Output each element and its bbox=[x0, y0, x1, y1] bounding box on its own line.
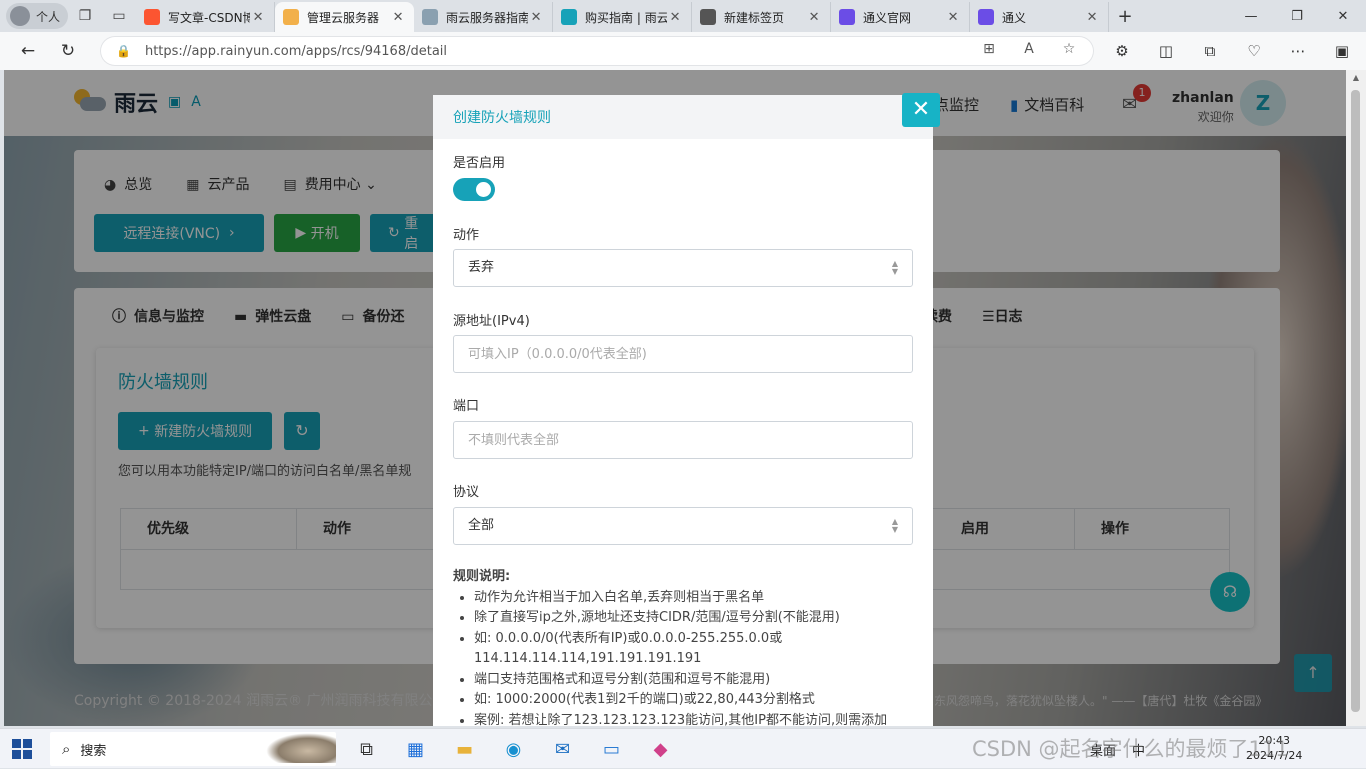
browser-tab[interactable]: 通义 ✕ bbox=[970, 2, 1110, 32]
browser-tab[interactable]: 雨云服务器指南 ✕ bbox=[414, 2, 554, 32]
tab-title: 写文章-CSDN博客 bbox=[168, 10, 251, 25]
workspaces-icon[interactable]: ❐ bbox=[68, 2, 102, 30]
csdn-favicon-icon bbox=[144, 9, 161, 25]
action-select[interactable]: 丢弃 ▲ ▼ bbox=[453, 249, 913, 287]
restore-icon[interactable]: ❐ bbox=[1274, 0, 1320, 32]
tongyi-favicon-icon bbox=[839, 9, 856, 25]
pinned-apps: ⧉ ▦ ▬ ◉ ✉ ▭ ◆ bbox=[342, 729, 685, 769]
task-view-icon[interactable]: ⧉ bbox=[342, 729, 391, 769]
enable-toggle[interactable] bbox=[453, 178, 495, 201]
rules-explanation: 规则说明: 动作为允许相当于加入白名单,丢弃则相当于黑名单 除了直接写ip之外,… bbox=[453, 567, 919, 726]
app-grid-icon[interactable]: ⊞ bbox=[978, 41, 1000, 57]
search-highlight-image bbox=[266, 733, 336, 763]
close-tab-icon[interactable]: ✕ bbox=[945, 10, 961, 25]
url-text: https://app.rainyun.com/apps/rcs/94168/d… bbox=[144, 43, 448, 59]
protocol-select[interactable]: 全部 ▲ ▼ bbox=[453, 507, 913, 545]
minimize-icon[interactable]: — bbox=[1228, 0, 1274, 32]
browser-tab[interactable]: 通义官网 ✕ bbox=[831, 2, 971, 32]
favorite-star-icon[interactable]: ☆ bbox=[1058, 41, 1080, 57]
new-tab-plus-icon[interactable]: + bbox=[1109, 6, 1141, 27]
read-aloud-icon[interactable]: A bbox=[1018, 41, 1040, 57]
browser-tab-active[interactable]: 管理云服务器 ✕ bbox=[275, 2, 415, 32]
tab-title: 通义官网 bbox=[863, 10, 912, 25]
back-arrow-icon[interactable]: ← bbox=[8, 35, 48, 67]
port-input[interactable] bbox=[453, 421, 913, 459]
browser-toolbar: ⚙ ◫ ⧉ ♡ ⋯ ▣ bbox=[1100, 32, 1364, 70]
split-screen-icon[interactable]: ◫ bbox=[1144, 42, 1188, 60]
select-caret-icon: ▲ ▼ bbox=[891, 517, 898, 534]
profile-avatar-icon bbox=[10, 6, 30, 26]
close-tab-icon[interactable]: ✕ bbox=[806, 10, 822, 25]
reload-icon[interactable]: ↻ bbox=[48, 35, 88, 67]
tab-title: 雨云服务器指南 bbox=[446, 10, 529, 25]
modal-close-button[interactable]: ✕ bbox=[902, 93, 940, 127]
rainyun-guide-favicon-icon bbox=[422, 9, 439, 25]
enable-label: 是否启用 bbox=[453, 156, 506, 171]
rules-title: 规则说明: bbox=[453, 569, 511, 584]
rule-item: 动作为允许相当于加入白名单,丢弃则相当于黑名单 bbox=[474, 588, 919, 609]
tab-title: 管理云服务器 bbox=[307, 10, 380, 25]
rule-item: 如: 1000:2000(代表1到2千的端口)或22,80,443分割格式 bbox=[474, 690, 919, 711]
tab-title: 新建标签页 bbox=[724, 10, 785, 25]
extensions-icon[interactable]: ⚙ bbox=[1100, 42, 1144, 60]
close-tab-icon[interactable]: ✕ bbox=[667, 10, 683, 25]
browser-tab-bar: 个人 ❐ ▭ 写文章-CSDN博客 ✕ 管理云服务器 ✕ 雨云服务器指南 ✕ 购… bbox=[0, 0, 1366, 32]
search-icon: ⌕ bbox=[62, 740, 71, 758]
page-scrollbar[interactable]: ▲ bbox=[1346, 70, 1366, 726]
more-menu-icon[interactable]: ⋯ bbox=[1276, 42, 1320, 60]
collections-icon[interactable]: ⧉ bbox=[1188, 42, 1232, 60]
mail-app-icon[interactable]: ✉ bbox=[538, 729, 587, 769]
close-tab-icon[interactable]: ✕ bbox=[1084, 10, 1100, 25]
close-tab-icon[interactable]: ✕ bbox=[390, 10, 406, 25]
profile-label: 个人 bbox=[36, 9, 61, 24]
scroll-up-icon[interactable]: ▲ bbox=[1346, 70, 1366, 86]
store-icon[interactable]: ▦ bbox=[391, 729, 440, 769]
edge-browser-icon[interactable]: ◉ bbox=[489, 729, 538, 769]
tab-title: 通义 bbox=[1002, 10, 1027, 25]
rule-item: 端口支持范围格式和逗号分割(范围和逗号不能混用) bbox=[474, 670, 919, 691]
select-caret-icon: ▲ ▼ bbox=[891, 259, 898, 276]
csdn-watermark: CSDN @起名字什么的最烦了111 bbox=[972, 737, 1289, 761]
close-tab-icon[interactable]: ✕ bbox=[250, 10, 266, 25]
rule-item: 案例: 若想让除了123.123.123.123能访问,其他IP都不能访问,则需… bbox=[474, 711, 919, 727]
app-drop-icon[interactable]: ◆ bbox=[636, 729, 685, 769]
rule-item: 如: 0.0.0.0/0(代表所有IP)或0.0.0.0-255.255.0.0… bbox=[474, 629, 919, 670]
source-address-input[interactable] bbox=[453, 335, 913, 373]
rainyun-favicon-icon bbox=[283, 9, 300, 25]
source-label: 源地址(IPv4) bbox=[453, 314, 530, 329]
search-label: 搜索 bbox=[80, 743, 107, 759]
port-label: 端口 bbox=[453, 399, 480, 414]
sidebar-toggle-icon[interactable]: ▣ bbox=[1320, 42, 1364, 60]
tongyi-favicon-icon bbox=[978, 9, 995, 25]
close-window-icon[interactable]: ✕ bbox=[1320, 0, 1366, 32]
url-field[interactable]: 🔒 https://app.rainyun.com/apps/rcs/94168… bbox=[100, 36, 1094, 66]
file-explorer-icon[interactable]: ▬ bbox=[440, 729, 489, 769]
browser-essentials-icon[interactable]: ♡ bbox=[1232, 42, 1276, 60]
action-label: 动作 bbox=[453, 228, 480, 243]
browser-tab[interactable]: 购买指南 | 雨云 ✕ bbox=[553, 2, 693, 32]
new-tab-favicon-icon bbox=[700, 9, 717, 25]
browser-tab[interactable]: 写文章-CSDN博客 ✕ bbox=[136, 2, 276, 32]
create-firewall-rule-modal: 创建防火墙规则 是否启用 动作 丢弃 ▲▼ 源地址(IPv4) 端口 协议 全部… bbox=[433, 95, 933, 726]
rule-item: 除了直接写ip之外,源地址还支持CIDR/范围/逗号分割(不能混用) bbox=[474, 608, 919, 629]
modal-title: 创建防火墙规则 bbox=[433, 95, 933, 139]
lock-icon: 🔒 bbox=[116, 44, 131, 58]
browser-tab[interactable]: 新建标签页 ✕ bbox=[692, 2, 832, 32]
tab-actions-icon[interactable]: ▭ bbox=[102, 2, 136, 30]
guide-favicon-icon bbox=[561, 9, 578, 25]
tab-title: 购买指南 | 雨云 bbox=[585, 10, 668, 25]
profile-button[interactable]: 个人 bbox=[6, 3, 69, 29]
close-tab-icon[interactable]: ✕ bbox=[528, 10, 544, 25]
remote-desktop-icon[interactable]: ▭ bbox=[587, 729, 636, 769]
windows-start-icon[interactable] bbox=[12, 739, 32, 759]
scrollbar-thumb[interactable] bbox=[1351, 90, 1360, 712]
protocol-label: 协议 bbox=[453, 485, 480, 500]
